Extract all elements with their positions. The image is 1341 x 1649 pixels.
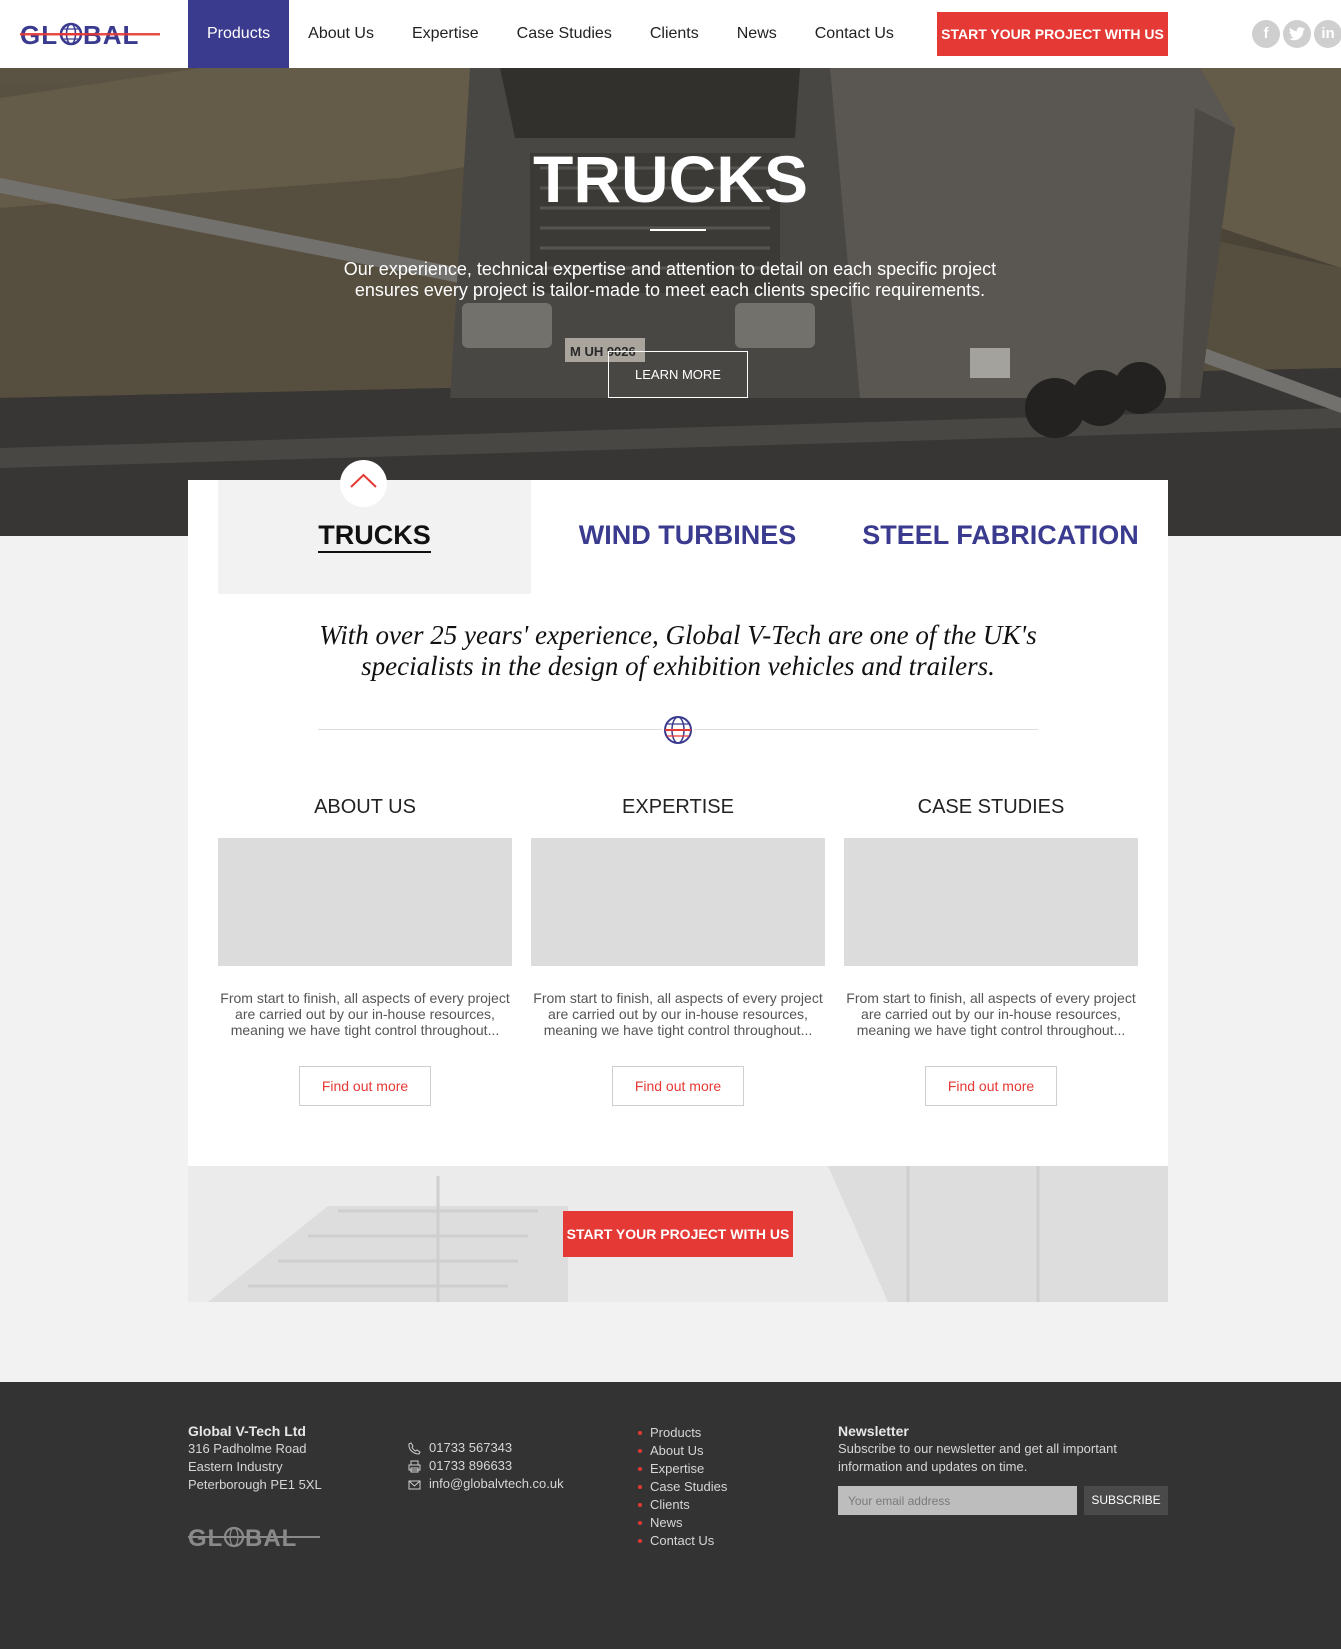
footer-link-products[interactable]: Products <box>638 1424 727 1442</box>
facebook-icon[interactable]: f <box>1252 20 1280 48</box>
newsletter-email-input[interactable] <box>838 1486 1077 1515</box>
twitter-icon[interactable] <box>1283 20 1311 48</box>
column-text: From start to finish, all aspects of eve… <box>220 990 510 1038</box>
envelope-icon <box>408 1480 421 1489</box>
footer-logo[interactable]: GL BAL <box>188 1524 320 1550</box>
email-row: info@globalvtech.co.uk <box>408 1475 564 1493</box>
tab-steel-fabrication-label: STEEL FABRICATION <box>862 520 1139 550</box>
nav-news[interactable]: News <box>718 0 796 68</box>
nav-products[interactable]: Products <box>188 0 290 68</box>
column-title: ABOUT US <box>314 796 416 818</box>
phone-row: 01733 567343 <box>408 1439 564 1457</box>
tab-trucks-label: TRUCKS <box>318 520 431 553</box>
printer-icon <box>408 1460 421 1472</box>
globe-icon <box>662 714 694 746</box>
column-title: CASE STUDIES <box>917 796 1065 818</box>
column-image-placeholder <box>844 838 1138 966</box>
footer-link-expertise[interactable]: Expertise <box>638 1460 727 1478</box>
column-title: EXPERTISE <box>622 796 734 818</box>
nav-case-studies[interactable]: Case Studies <box>498 0 631 68</box>
linkedin-icon[interactable]: in <box>1314 20 1341 48</box>
fax-row: 01733 896633 <box>408 1457 564 1475</box>
column-image-placeholder <box>531 838 825 966</box>
column-case-studies: CASE STUDIES From start to finish, all a… <box>844 796 1138 1106</box>
email-link[interactable]: info@globalvtech.co.uk <box>429 1475 564 1493</box>
tab-wind-turbines[interactable]: WIND TURBINES <box>531 480 844 594</box>
intro-text: With over 25 years' experience, Global V… <box>319 620 1037 681</box>
tab-wind-turbines-label: WIND TURBINES <box>578 520 797 550</box>
footer-link-clients[interactable]: Clients <box>638 1496 727 1514</box>
address-line: Eastern Industry <box>188 1459 283 1474</box>
nav-expertise[interactable]: Expertise <box>393 0 498 68</box>
find-out-more-button[interactable]: Find out more <box>299 1066 431 1106</box>
start-project-button-band[interactable]: START YOUR PROJECT WITH US <box>563 1211 793 1257</box>
cta-band: START YOUR PROJECT WITH US <box>188 1166 1168 1302</box>
global-logo[interactable]: GL BAL <box>20 20 160 48</box>
phone-number[interactable]: 01733 567343 <box>429 1439 512 1457</box>
site-footer: Global V-Tech Ltd 316 Padholme Road East… <box>0 1382 1341 1649</box>
learn-more-button[interactable]: LEARN MORE <box>608 351 748 398</box>
column-image-placeholder <box>218 838 512 966</box>
chevron-up-icon <box>350 473 377 488</box>
address-line: Peterborough PE1 5XL <box>188 1477 322 1492</box>
footer-contact: 01733 567343 01733 896633 info@globalvte… <box>408 1439 564 1493</box>
start-project-button[interactable]: START YOUR PROJECT WITH US <box>937 12 1168 56</box>
find-out-more-button[interactable]: Find out more <box>925 1066 1057 1106</box>
phone-icon <box>408 1441 421 1455</box>
newsletter-section: Newsletter Subscribe to our newsletter a… <box>838 1422 1168 1476</box>
find-out-more-button[interactable]: Find out more <box>612 1066 744 1106</box>
column-expertise: EXPERTISE From start to finish, all aspe… <box>531 796 825 1106</box>
fax-number: 01733 896633 <box>429 1458 513 1473</box>
company-name: Global V-Tech Ltd <box>188 1423 306 1439</box>
footer-link-case-studies[interactable]: Case Studies <box>638 1478 727 1496</box>
column-text: From start to finish, all aspects of eve… <box>533 990 823 1038</box>
tab-steel-fabrication[interactable]: STEEL FABRICATION <box>844 480 1157 594</box>
nav-contact-us[interactable]: Contact Us <box>796 0 913 68</box>
hero-description: Our experience, technical expertise and … <box>343 259 997 300</box>
hero-divider <box>650 229 706 231</box>
products-card: TRUCKS WIND TURBINES STEEL FABRICATION W… <box>188 480 1168 1166</box>
newsletter-text: Subscribe to our newsletter and get all … <box>838 1441 1117 1474</box>
column-text: From start to finish, all aspects of eve… <box>846 990 1136 1038</box>
main-nav: Products About Us Expertise Case Studies… <box>188 0 913 68</box>
site-header: GL BAL Products About Us Expertise Case … <box>0 0 1341 68</box>
footer-link-contact-us[interactable]: Contact Us <box>638 1532 727 1550</box>
footer-nav: Products About Us Expertise Case Studies… <box>638 1424 727 1550</box>
hero-banner: M UH 9026 TRUCKS Our experience, technic… <box>0 68 1341 536</box>
active-tab-indicator <box>340 460 387 507</box>
column-about-us: ABOUT US From start to finish, all aspec… <box>218 796 512 1106</box>
subscribe-button[interactable]: SUBSCRIBE <box>1084 1486 1168 1515</box>
address-line: 316 Padholme Road <box>188 1441 307 1456</box>
footer-link-news[interactable]: News <box>638 1514 727 1532</box>
newsletter-title: Newsletter <box>838 1423 909 1439</box>
footer-link-about-us[interactable]: About Us <box>638 1442 727 1460</box>
hero-title: TRUCKS <box>533 142 808 216</box>
footer-company: Global V-Tech Ltd 316 Padholme Road East… <box>188 1422 322 1494</box>
nav-about-us[interactable]: About Us <box>289 0 393 68</box>
nav-clients[interactable]: Clients <box>631 0 718 68</box>
social-links: f in <box>1252 20 1341 48</box>
